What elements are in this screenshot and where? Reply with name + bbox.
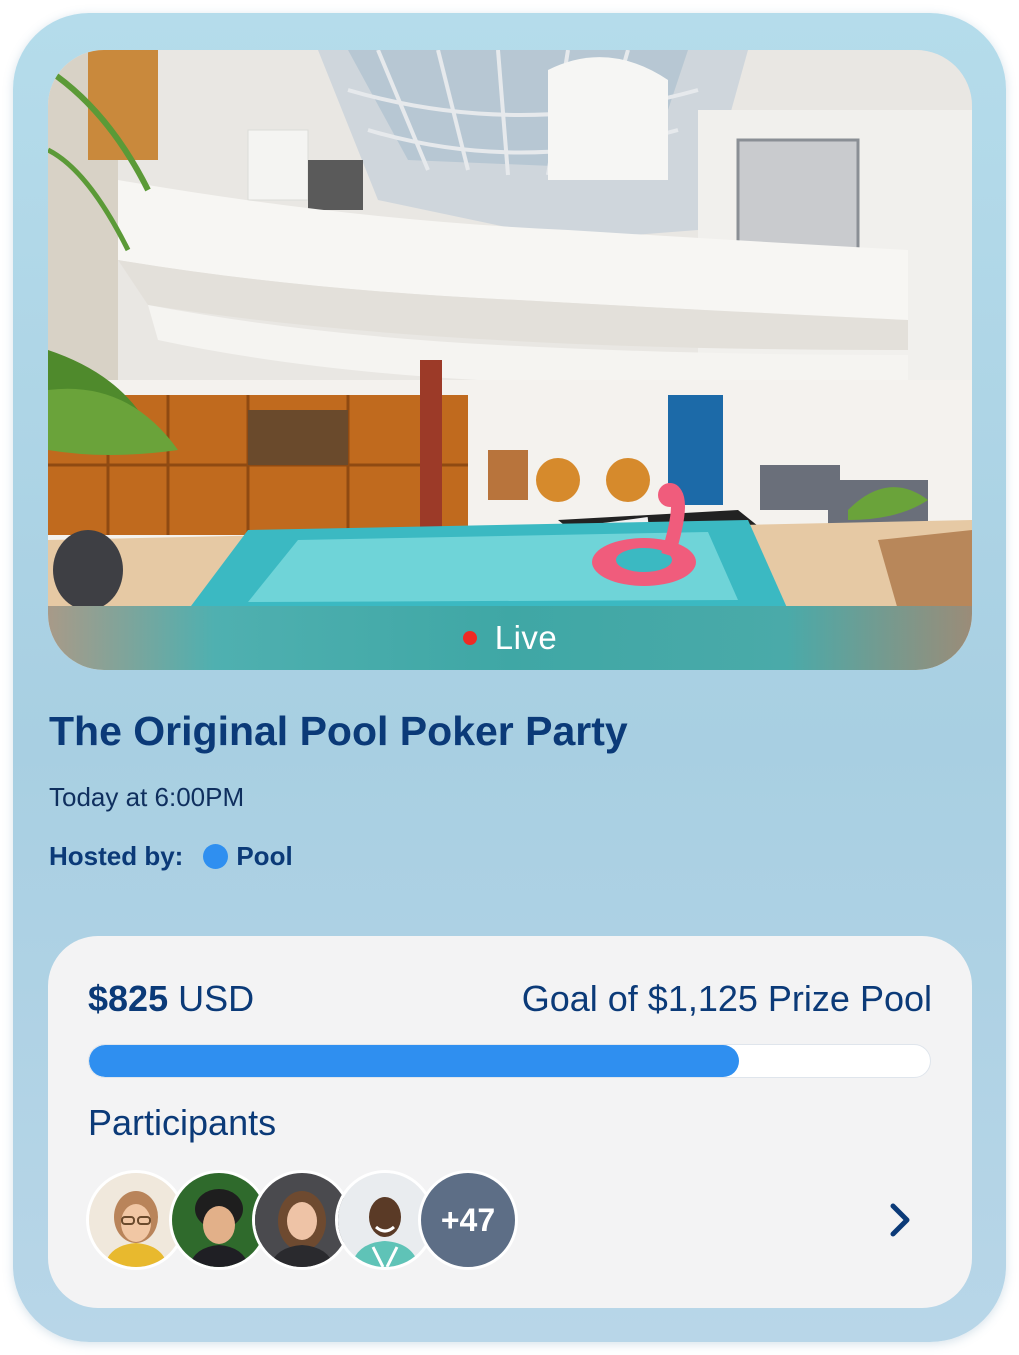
progress-bar: [88, 1044, 931, 1078]
event-title: The Original Pool Poker Party: [49, 708, 628, 754]
event-time: Today at 6:00PM: [49, 782, 245, 812]
raised-amount-value: $825: [88, 978, 169, 1019]
live-status-bar: Live: [48, 606, 972, 670]
progress-bar-fill: [89, 1045, 740, 1077]
chevron-right-icon[interactable]: [878, 1198, 922, 1242]
raised-amount: $825 USD: [88, 978, 254, 1020]
live-dot-icon: [462, 631, 477, 645]
participants-avatars[interactable]: +47: [86, 1170, 526, 1270]
more-participants-count[interactable]: +47: [418, 1170, 518, 1270]
host-dot-icon: [203, 844, 229, 869]
goal-text: Goal of $1,125 Prize Pool: [521, 978, 932, 1019]
raised-amount-currency: USD: [178, 978, 255, 1019]
participants-label: Participants: [88, 1102, 277, 1143]
host-label: Hosted by:: [49, 841, 184, 871]
host-info: Hosted by: Pool: [49, 841, 293, 872]
host-name[interactable]: Pool: [236, 841, 292, 872]
funding-panel: $825 USD Goal of $1,125 Prize Pool Parti…: [48, 936, 972, 1308]
event-card[interactable]: Live The Original Pool Poker Party Today…: [13, 13, 1006, 1342]
live-label: Live: [494, 619, 558, 656]
event-cover-image: Live: [48, 50, 972, 670]
